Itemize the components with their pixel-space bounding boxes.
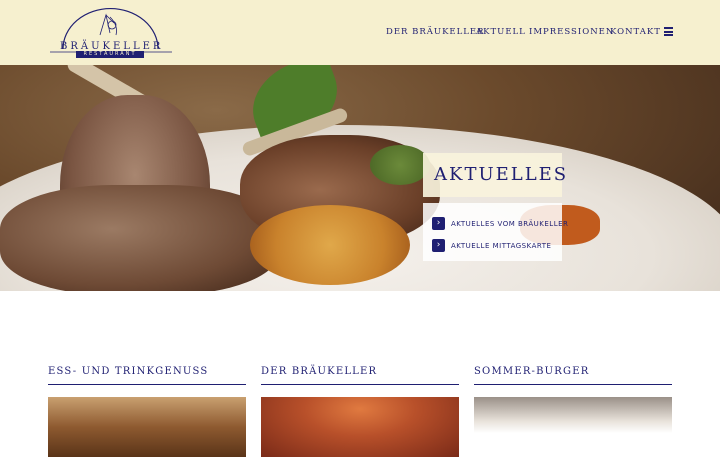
site-header: BRÄUKELLER RESTAURANT DER BRÄUKELLER AKT… [0,0,720,65]
hamburger-icon[interactable] [664,27,673,36]
column-heading: SOMMER-BURGER [474,366,590,377]
nav-item-kontakt[interactable]: KONTAKT [610,27,661,37]
column-heading: ESS- UND TRINKGENUSS [48,366,209,377]
column-image[interactable] [48,397,246,457]
nav-item-impressionen[interactable]: IMPRESSIONEN [529,27,614,37]
column-image[interactable] [474,397,672,457]
column-heading: DER BRÄUKELLER [261,366,378,377]
nav-item-der-braeukeller[interactable]: DER BRÄUKELLER [386,27,485,37]
aktuelles-panel-title: AKTUELLES [423,153,566,197]
divider [48,384,246,385]
link-aktuelles-vom-braeukeller[interactable]: › AKTUELLES VOM BRÄUKELLER [432,217,568,230]
chevron-right-icon: › [432,239,445,252]
nav-item-aktuell[interactable]: AKTUELL [476,27,526,37]
logo-subtitle: RESTAURANT [76,51,144,58]
divider [261,384,459,385]
chevron-right-icon: › [432,217,445,230]
divider [474,384,672,385]
link-label: AKTUELLES VOM BRÄUKELLER [451,219,569,228]
column-image[interactable] [261,397,459,457]
link-label: AKTUELLE MITTAGSKARTE [451,241,552,250]
hero-image [0,65,720,291]
column-der-braeukeller: DER BRÄUKELLER [261,366,459,457]
column-sommer-burger: SOMMER-BURGER [474,366,672,457]
aktuelles-heading: AKTUELLES [434,164,569,185]
aktuelles-links-panel: › AKTUELLES VOM BRÄUKELLER › AKTUELLE MI… [423,203,568,261]
link-aktuelle-mittagskarte[interactable]: › AKTUELLE MITTAGSKARTE [432,239,551,252]
column-ess-und-trinkgenuss: ESS- UND TRINKGENUSS [48,366,246,457]
